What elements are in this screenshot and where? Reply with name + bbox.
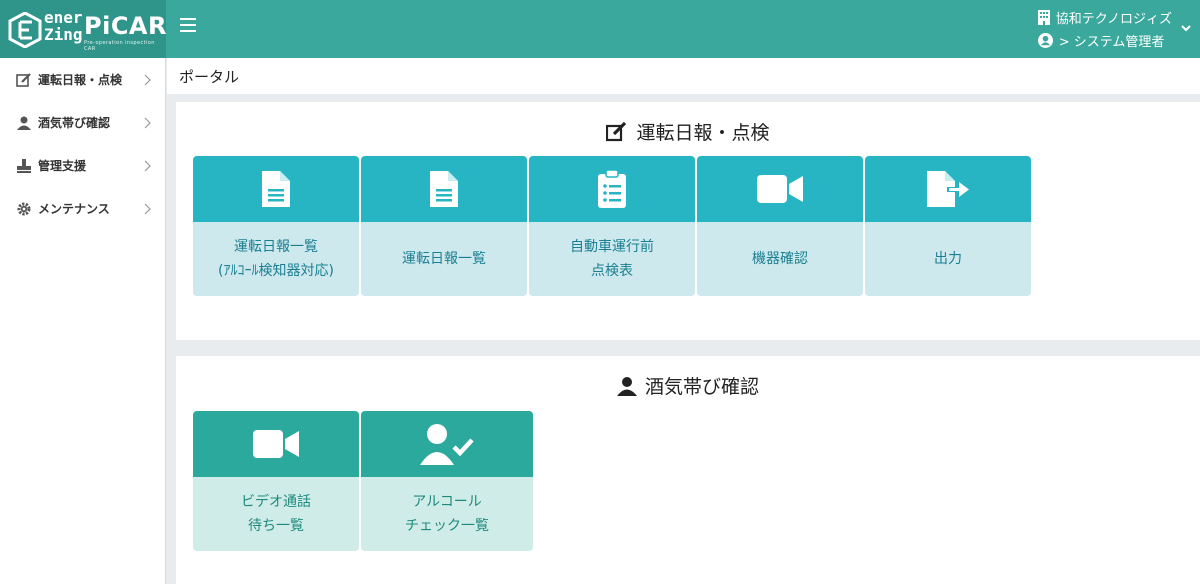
video-icon (757, 175, 803, 203)
tile-icon-area (193, 156, 359, 222)
sidebar: 運転日報・点検 酒気帯び確認 管理支援 メンテナンス (0, 58, 166, 584)
tile-device-check[interactable]: 機器確認 (697, 156, 863, 296)
tile-label: 自動車運行前 点検表 (529, 222, 695, 296)
chevron-down-icon[interactable] (1180, 22, 1192, 34)
company-row: 協和テクノロジィズ (1037, 6, 1172, 29)
tile-daily-report-list-alcohol[interactable]: 運転日報一覧 (ｱﾙｺｰﾙ検知器対応) (193, 156, 359, 296)
section-title: 運転日報・点検 (176, 118, 1200, 145)
sidebar-item-label: 管理支援 (38, 159, 87, 173)
tile-icon-area (361, 411, 533, 477)
logo-text-picar: PiCAR (84, 12, 167, 40)
breadcrumb-bar: ポータル (167, 58, 1200, 94)
user-row: > システム管理者 (1037, 29, 1172, 52)
sidebar-item-maintenance[interactable]: メンテナンス (0, 187, 165, 230)
tile-label: 機器確認 (697, 222, 863, 296)
tile-icon-area (529, 156, 695, 222)
tile-icon-area (361, 156, 527, 222)
tile-pre-operation-inspection[interactable]: 自動車運行前 点検表 (529, 156, 695, 296)
user-menu[interactable]: 協和テクノロジィズ > システム管理者 (1037, 6, 1172, 52)
section-title-text: 酒気帯び確認 (644, 376, 759, 398)
app-logo[interactable]: ener Zing PiCAR Pre-operation inspection… (0, 0, 166, 58)
section-daily-report: 運転日報・点検 運転日報一覧 (ｱﾙｺｰﾙ検知器対応) 運転日報一覧 自動車運行… (176, 102, 1200, 340)
tile-label: 運転日報一覧 (361, 222, 527, 296)
chevron-right-icon (144, 74, 151, 86)
sidebar-item-management[interactable]: 管理支援 (0, 144, 165, 187)
sidebar-item-label: 酒気帯び確認 (38, 116, 111, 130)
tile-icon-area (865, 156, 1031, 222)
building-icon (1037, 10, 1050, 25)
tile-label: 運転日報一覧 (ｱﾙｺｰﾙ検知器対応) (193, 222, 359, 296)
tile-alcohol-check-list[interactable]: アルコール チェック一覧 (361, 411, 533, 551)
sidebar-item-label: メンテナンス (38, 202, 110, 216)
hamburger-menu-icon[interactable] (180, 18, 196, 32)
chevron-right-icon (144, 160, 151, 172)
clipboard-list-icon (598, 169, 626, 208)
section-alcohol-check: 酒気帯び確認 ビデオ通話 待ち一覧 アルコール チェック一覧 (176, 356, 1200, 584)
tile-label: アルコール チェック一覧 (361, 477, 533, 551)
gear-icon (17, 202, 31, 215)
stamp-icon (17, 158, 31, 173)
sidebar-item-daily-report[interactable]: 運転日報・点検 (0, 58, 165, 101)
logo-tagline: Pre-operation inspection CAR (84, 40, 155, 52)
user-name: > システム管理者 (1058, 35, 1165, 50)
logo-text-zing: Zing (44, 25, 83, 44)
tile-icon-area (697, 156, 863, 222)
user-circle-icon (1037, 33, 1053, 48)
file-export-icon (927, 171, 969, 207)
user-icon (616, 376, 637, 396)
top-header: ener Zing PiCAR Pre-operation inspection… (0, 0, 1200, 58)
chevron-right-icon (144, 117, 151, 129)
tile-video-call-waiting-list[interactable]: ビデオ通話 待ち一覧 (193, 411, 359, 551)
sidebar-item-alcohol-check[interactable]: 酒気帯び確認 (0, 101, 165, 144)
user-check-icon (420, 424, 474, 465)
company-name: 協和テクノロジィズ (1055, 12, 1172, 27)
logo-hexagon-icon (8, 12, 42, 48)
tile-daily-report-list[interactable]: 運転日報一覧 (361, 156, 527, 296)
chevron-right-icon (144, 203, 151, 215)
logo-text-ener: ener (44, 8, 83, 27)
breadcrumb: ポータル (179, 68, 240, 86)
section-title: 酒気帯び確認 (176, 372, 1200, 399)
tile-output[interactable]: 出力 (865, 156, 1031, 296)
edit-icon (16, 72, 31, 87)
sidebar-item-label: 運転日報・点検 (38, 73, 123, 87)
tile-icon-area (193, 411, 359, 477)
video-icon (253, 430, 299, 458)
section-title-text: 運転日報・点検 (636, 122, 770, 144)
document-icon (430, 171, 458, 207)
tile-label: ビデオ通話 待ち一覧 (193, 477, 359, 551)
document-icon (262, 171, 290, 207)
tile-label: 出力 (865, 222, 1031, 296)
edit-icon (606, 121, 627, 141)
user-icon (17, 116, 31, 130)
